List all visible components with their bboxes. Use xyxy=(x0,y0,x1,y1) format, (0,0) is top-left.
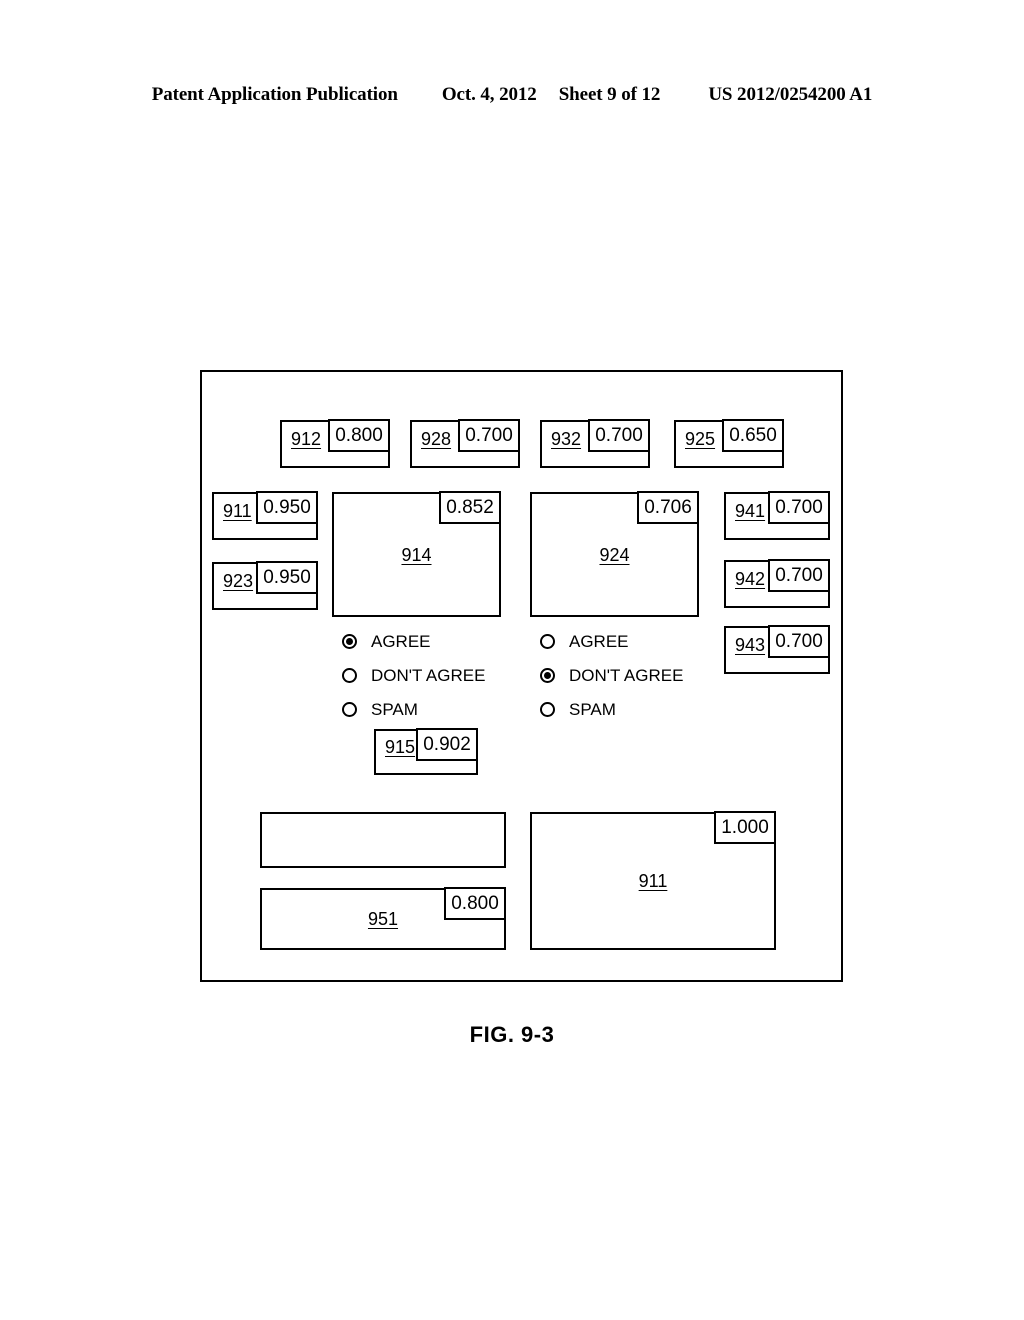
panel-914-value: 0.852 xyxy=(439,491,501,524)
node-943-value: 0.700 xyxy=(768,625,830,658)
radio-label-right-agree: AGREE xyxy=(569,631,629,651)
panel-911-bottom-value: 1.000 xyxy=(714,811,776,844)
panel-924[interactable]: 924 0.706 xyxy=(530,491,699,617)
node-941-label: 941 xyxy=(735,501,766,521)
radio-label-left-dont-agree: DON'T AGREE xyxy=(371,665,486,685)
radio-option-left-dont-agree[interactable]: DON'T AGREE xyxy=(342,658,485,692)
panel-911-bottom-label: 911 xyxy=(638,871,668,891)
figure-caption: FIG. 9-3 xyxy=(469,1022,555,1047)
node-942-value: 0.700 xyxy=(768,559,830,592)
node-941[interactable]: 941 0.700 xyxy=(724,491,830,540)
panel-empty[interactable] xyxy=(260,812,506,868)
node-932-label: 932 xyxy=(551,429,582,449)
radio-group-right: AGREE DON'T AGREE SPAM xyxy=(540,624,683,726)
radio-option-left-agree[interactable]: AGREE xyxy=(342,624,485,658)
panel-951[interactable]: 951 0.800 xyxy=(260,887,506,950)
node-911-left-label: 911 xyxy=(223,501,252,521)
node-911-left-value: 0.950 xyxy=(256,491,318,524)
node-923-value: 0.950 xyxy=(256,561,318,594)
panel-924-label: 924 xyxy=(599,544,630,565)
radio-label-right-dont-agree: DON'T AGREE xyxy=(569,665,684,685)
node-923[interactable]: 923 0.950 xyxy=(212,561,318,610)
page-header: Patent Application Publication Oct. 4, 20… xyxy=(0,84,1024,106)
node-925[interactable]: 925 0.650 xyxy=(674,419,784,468)
radio-icon-right-dont-agree[interactable] xyxy=(540,667,555,683)
node-943-label: 943 xyxy=(735,635,766,655)
panel-914[interactable]: 914 0.852 xyxy=(332,491,501,617)
node-925-value: 0.650 xyxy=(722,419,784,452)
header-publication: Patent Application Publication xyxy=(151,84,398,105)
radio-icon-left-dont-agree[interactable] xyxy=(342,667,357,683)
radio-label-left-spam: SPAM xyxy=(371,699,418,719)
node-928[interactable]: 928 0.700 xyxy=(410,419,520,468)
node-928-label: 928 xyxy=(421,429,452,449)
radio-option-right-dont-agree[interactable]: DON'T AGREE xyxy=(540,658,683,692)
node-942[interactable]: 942 0.700 xyxy=(724,559,830,608)
panel-914-label: 914 xyxy=(401,544,432,565)
radio-label-left-agree: AGREE xyxy=(371,631,431,651)
node-915[interactable]: 915 0.902 xyxy=(374,728,478,775)
node-942-label: 942 xyxy=(735,569,766,589)
radio-icon-right-agree[interactable] xyxy=(540,633,555,649)
header-patent-number: US 2012/0254200 A1 xyxy=(708,84,873,105)
node-915-value: 0.902 xyxy=(416,728,478,761)
radio-option-right-agree[interactable]: AGREE xyxy=(540,624,683,658)
node-915-label: 915 xyxy=(385,737,416,757)
panel-924-value: 0.706 xyxy=(637,491,699,524)
node-928-value: 0.700 xyxy=(458,419,520,452)
radio-group-left: AGREE DON'T AGREE SPAM xyxy=(342,624,485,726)
figure-frame: 912 0.800 928 0.700 932 0.700 925 0.650 … xyxy=(200,370,843,982)
node-912-label: 912 xyxy=(291,429,322,449)
node-911-left[interactable]: 911 0.950 xyxy=(212,491,318,540)
node-941-value: 0.700 xyxy=(768,491,830,524)
node-912[interactable]: 912 0.800 xyxy=(280,419,390,468)
node-932-value: 0.700 xyxy=(588,419,650,452)
node-932[interactable]: 932 0.700 xyxy=(540,419,650,468)
node-923-label: 923 xyxy=(223,571,254,591)
radio-icon-right-spam[interactable] xyxy=(540,701,555,717)
radio-option-right-spam[interactable]: SPAM xyxy=(540,692,683,726)
radio-option-left-spam[interactable]: SPAM xyxy=(342,692,485,726)
node-925-label: 925 xyxy=(685,429,716,449)
node-943[interactable]: 943 0.700 xyxy=(724,625,830,674)
node-912-value: 0.800 xyxy=(328,419,390,452)
header-date: Oct. 4, 2012 xyxy=(441,84,537,105)
radio-icon-left-spam[interactable] xyxy=(342,701,357,717)
panel-911-bottom[interactable]: 911 1.000 xyxy=(530,811,776,950)
panel-951-value: 0.800 xyxy=(444,887,506,920)
radio-label-right-spam: SPAM xyxy=(569,699,616,719)
radio-icon-left-agree[interactable] xyxy=(342,633,357,649)
header-sheet-number: Sheet 9 of 12 xyxy=(558,84,661,105)
